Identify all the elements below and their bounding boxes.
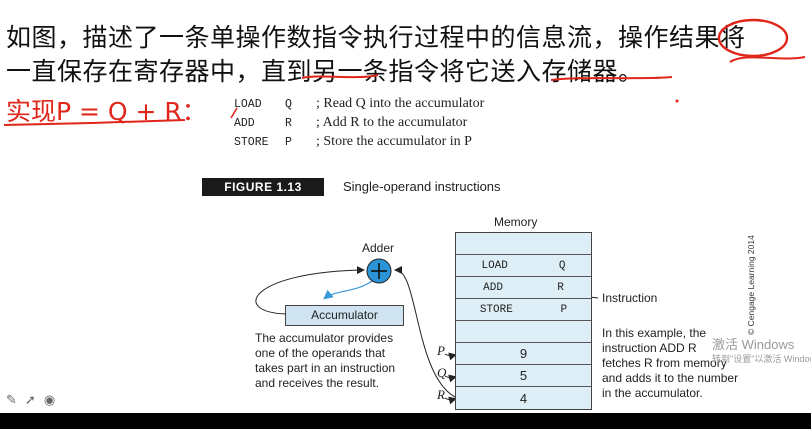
instruction-label: Instruction [602, 291, 658, 305]
pen-icon[interactable]: ✎ [6, 393, 17, 408]
pointer-p [444, 352, 457, 361]
memory-value-q: 5 [519, 368, 528, 383]
adder-to-acc-arrow [323, 280, 373, 300]
copyright-notice: © Cengage Learning 2014 [746, 235, 756, 335]
memory-row-empty [456, 321, 591, 343]
presentation-toolbar: ✎ ➚ ◉ [6, 393, 55, 408]
register-label-q: Q [437, 365, 447, 380]
memory-row-add: ADD R [456, 277, 591, 299]
memory-row-store: STORE P [456, 299, 591, 321]
windows-watermark-title: 激活 Windows [712, 337, 795, 352]
memory-arg: Q [558, 259, 566, 272]
memory-arg: P [560, 303, 568, 316]
windows-watermark-hint: 转到"设置"以激活 Windows [712, 354, 811, 364]
memory-table: LOAD Q ADD R STORE P 9 5 4 [455, 232, 592, 410]
register-label-r: R [437, 387, 445, 402]
memory-row-load: LOAD Q [456, 255, 591, 277]
memory-value-r: 4 [519, 390, 528, 406]
pointer-icon[interactable]: ➚ [25, 393, 36, 408]
memory-label: Memory [494, 215, 538, 229]
memory-row-empty-top [456, 233, 591, 255]
accumulator-description: The accumulator provides one of the oper… [255, 331, 396, 390]
memory-arg: R [557, 281, 564, 294]
memory-row-r: 4 [456, 387, 591, 409]
record-icon[interactable]: ◉ [44, 393, 55, 408]
bottom-bar [0, 413, 811, 429]
pointer-r [444, 396, 457, 405]
memory-op: ADD [483, 281, 503, 294]
memory-value-p: 9 [519, 346, 528, 361]
memory-row-q: 5 [456, 365, 591, 387]
register-label-p: P [437, 343, 445, 358]
accumulator-box: Accumulator [285, 305, 404, 326]
adder-label: Adder [362, 241, 395, 255]
memory-row-p: 9 [456, 343, 591, 365]
pointer-q [444, 374, 457, 383]
memory-op: STORE [479, 303, 513, 316]
memory-op: LOAD [481, 259, 508, 272]
